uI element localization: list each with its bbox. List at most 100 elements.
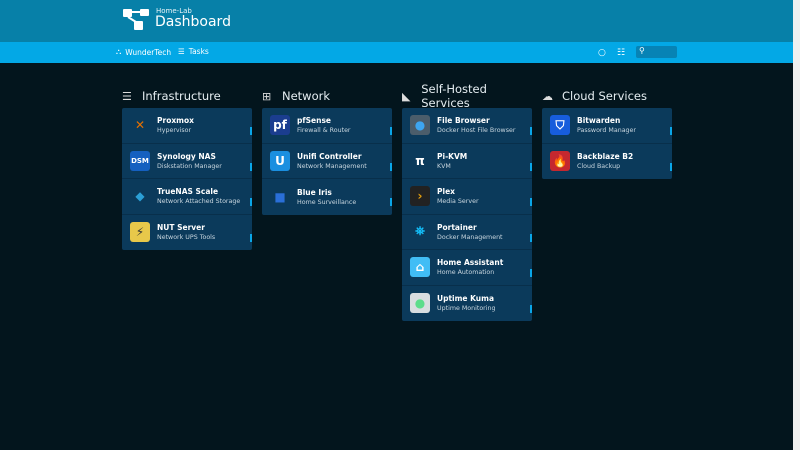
theme-toggle-circle-icon[interactable]: ○ — [598, 48, 606, 58]
service-name: Synology NAS — [157, 151, 216, 161]
file-browser-logo-icon: ● — [410, 115, 430, 136]
status-indicator — [530, 233, 532, 242]
blue-iris-logo-icon: ■ — [274, 189, 286, 204]
service-name: Pi-KVM — [437, 151, 468, 161]
pi-kvm-logo-icon: π — [415, 153, 425, 168]
search-input[interactable]: ⚲ — [636, 46, 677, 58]
server-icon: ☰ — [122, 89, 132, 103]
uptime-kuma-logo-icon: ● — [410, 293, 430, 314]
service-name: Plex — [437, 187, 455, 197]
status-indicator — [670, 127, 672, 135]
service-name: File Browser — [437, 116, 490, 126]
status-indicator — [530, 269, 532, 277]
status-indicator — [390, 198, 392, 206]
service-description: Cloud Backup — [577, 163, 621, 171]
group-title: Self-Hosted Services — [421, 82, 487, 110]
service-description: Docker Host File Browser — [437, 127, 516, 135]
service-card-nut-server[interactable]: ⚡ NUT Server Network UPS Tools — [122, 215, 252, 251]
group-title: Cloud Services — [562, 89, 647, 103]
status-indicator — [530, 304, 532, 313]
service-name: Blue Iris — [297, 187, 332, 197]
sitemap-icon: ⛬ — [116, 47, 122, 56]
service-description: Password Manager — [577, 127, 637, 135]
service-name: Unifi Controller — [297, 151, 362, 161]
service-description: KVM — [437, 162, 451, 170]
service-name: pfSense — [297, 116, 332, 126]
group-title: Infrastructure — [142, 89, 221, 103]
service-name: Proxmox — [157, 116, 194, 126]
service-card-pfsense[interactable]: pf pfSense Firewall & Router — [262, 108, 392, 144]
group-header: ☁ Cloud Services — [542, 84, 672, 108]
service-card-file-browser[interactable]: ● File Browser Docker Host File Browser — [402, 108, 532, 144]
service-card-blue-iris[interactable]: ■ Blue Iris Home Surveillance — [262, 179, 392, 215]
page-title: Dashboard — [155, 14, 231, 30]
service-name: Backblaze B2 — [577, 152, 634, 162]
service-description: Network Attached Storage — [157, 198, 241, 206]
service-card-unifi-controller[interactable]: U Unifi Controller Network Management — [262, 144, 392, 179]
service-list: ✕ Proxmox Hypervisor DSM Synology NAS Disksta… — [122, 108, 252, 250]
status-indicator — [530, 127, 532, 135]
group-header: ⊞ Network — [262, 84, 392, 108]
service-description: Home Automation — [437, 269, 495, 277]
status-indicator — [250, 162, 252, 171]
service-name: Bitwarden — [577, 116, 621, 126]
group-header: ◣ Self-Hosted Services — [402, 82, 532, 110]
group-network: ⊞ Network pf pfSense Firewall & Router U Unifi… — [262, 84, 392, 215]
service-description: Uptime Monitoring — [437, 305, 496, 313]
service-name: Home Assistant — [437, 258, 504, 268]
service-description: Network Management — [297, 162, 367, 170]
search-icon: ⚲ — [639, 46, 645, 55]
status-indicator — [530, 198, 532, 206]
group-cloud-services: ☁ Cloud Services ⛉ Bitwarden Password Manage… — [542, 84, 672, 179]
service-card-bitwarden[interactable]: ⛉ Bitwarden Password Manager — [542, 108, 672, 144]
service-list: pf pfSense Firewall & Router U Unifi Control… — [262, 108, 392, 215]
service-description: Firewall & Router — [297, 127, 351, 135]
service-description: Diskstation Manager — [157, 162, 222, 170]
plex-logo-icon: › — [410, 186, 430, 207]
service-description: Hypervisor — [157, 127, 192, 135]
scrollbar[interactable] — [793, 0, 800, 450]
nav-link-label: WunderTech — [125, 47, 172, 57]
service-description: Network UPS Tools — [157, 234, 216, 242]
service-card-uptime-kuma[interactable]: ● Uptime Kuma Uptime Monitoring — [402, 286, 532, 322]
app-header: Home-Lab Dashboard — [0, 0, 793, 42]
service-card-proxmox[interactable]: ✕ Proxmox Hypervisor — [122, 108, 252, 144]
service-name: Portainer — [437, 222, 477, 232]
proxmox-logo-icon: ✕ — [134, 118, 146, 133]
nut-server-logo-icon: ⚡ — [130, 222, 150, 243]
service-card-backblaze-b2[interactable]: 🔥 Backblaze B2 Cloud Backup — [542, 144, 672, 180]
pfsense-logo-icon: pf — [270, 115, 290, 136]
nav-link-tasks[interactable]: ☰ Tasks — [178, 47, 209, 56]
service-description: Docker Management — [437, 233, 503, 241]
status-indicator — [390, 127, 392, 135]
dashboard-logo-icon — [123, 9, 149, 30]
service-card-portainer[interactable]: ⛯ Portainer Docker Management — [402, 215, 532, 250]
nav-link-wundertech[interactable]: ⛬ WunderTech — [116, 47, 171, 57]
service-list: ● File Browser Docker Host File Browser π Pi… — [402, 108, 532, 321]
status-indicator — [530, 162, 532, 171]
service-description: Home Surveillance — [297, 198, 357, 206]
backblaze-b2-logo-icon: 🔥 — [550, 151, 570, 172]
nav-link-label: Tasks — [188, 47, 209, 56]
unifi-controller-logo-icon: U — [270, 150, 290, 171]
network-icon: ⊞ — [262, 89, 272, 103]
synology-nas-logo-icon: DSM — [130, 150, 150, 171]
service-card-plex[interactable]: › Plex Media Server — [402, 179, 532, 215]
service-card-synology-nas[interactable]: DSM Synology NAS Diskstation Manager — [122, 144, 252, 179]
service-card-truenas-scale[interactable]: ◆ TrueNAS Scale Network Attached Storage — [122, 179, 252, 215]
group-header: ☰ Infrastructure — [122, 84, 252, 108]
status-indicator — [670, 162, 672, 171]
truenas-scale-logo-icon: ◆ — [135, 189, 145, 204]
service-card-home-assistant[interactable]: ⌂ Home Assistant Home Automation — [402, 250, 532, 286]
layout-list-icon[interactable]: ☷ — [617, 48, 625, 58]
list-icon: ☰ — [178, 47, 185, 56]
home-assistant-logo-icon: ⌂ — [410, 257, 430, 278]
service-card-pi-kvm[interactable]: π Pi-KVM KVM — [402, 144, 532, 179]
service-description: Media Server — [437, 198, 479, 206]
service-name: NUT Server — [157, 223, 205, 233]
status-indicator — [250, 198, 252, 206]
status-indicator — [250, 127, 252, 135]
group-title: Network — [282, 89, 331, 103]
bitwarden-logo-icon: ⛉ — [550, 115, 570, 136]
service-list: ⛉ Bitwarden Password Manager 🔥 Backblaze B2 C… — [542, 108, 672, 179]
